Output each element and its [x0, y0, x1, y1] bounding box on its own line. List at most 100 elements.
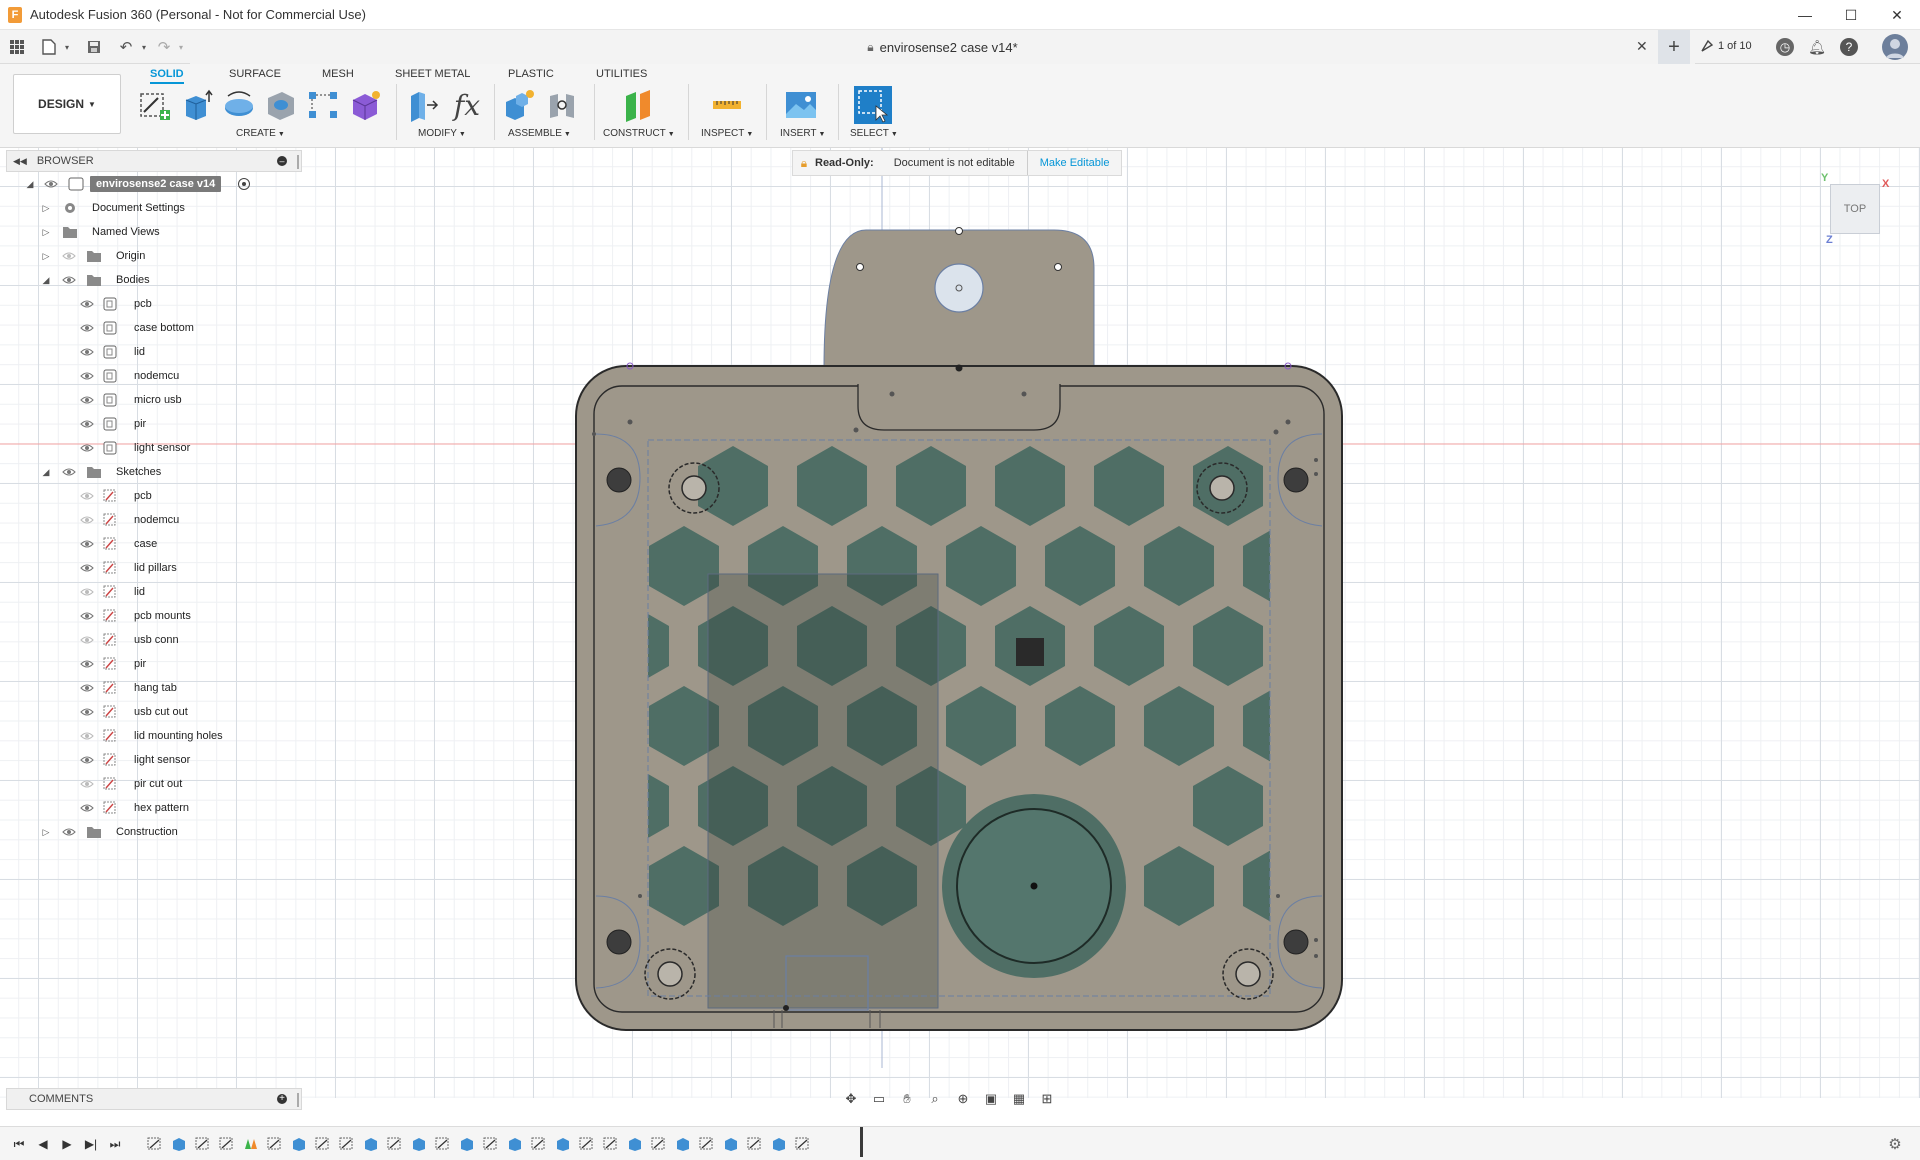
- tab-sheet-metal[interactable]: SHEET METAL: [395, 68, 470, 82]
- timeline-extrude-icon[interactable]: [288, 1135, 310, 1153]
- timeline-sketch-icon[interactable]: [264, 1135, 286, 1153]
- visibility-eye-icon[interactable]: [80, 707, 94, 717]
- select-icon[interactable]: [854, 86, 892, 124]
- add-comment-icon[interactable]: +: [277, 1094, 287, 1104]
- timeline-extrude-icon[interactable]: [672, 1135, 694, 1153]
- tree-body-item[interactable]: lid: [6, 340, 302, 364]
- timeline-sketch-icon[interactable]: [528, 1135, 550, 1153]
- make-editable-link[interactable]: Make Editable: [1028, 157, 1122, 169]
- tree-body-item[interactable]: case bottom: [6, 316, 302, 340]
- visibility-eye-icon[interactable]: [80, 659, 94, 669]
- insert-menu[interactable]: INSERT ▼: [780, 128, 825, 139]
- zoom-icon[interactable]: ⌕: [922, 1088, 948, 1110]
- file-icon[interactable]: [40, 38, 58, 56]
- visibility-eye-icon[interactable]: [80, 803, 94, 813]
- visibility-eye-icon[interactable]: [62, 827, 76, 837]
- visibility-eye-icon[interactable]: [80, 731, 94, 741]
- file-menu-caret-icon[interactable]: ▾: [58, 38, 76, 56]
- timeline-extrude-icon[interactable]: [360, 1135, 382, 1153]
- browser-header[interactable]: ◀◀ BROWSER –: [6, 150, 302, 172]
- visibility-eye-icon[interactable]: [80, 323, 94, 333]
- grid-settings-icon[interactable]: ▦: [1006, 1088, 1032, 1110]
- inspect-menu[interactable]: INSPECT ▼: [701, 128, 753, 139]
- display-settings-icon[interactable]: ▣: [978, 1088, 1004, 1110]
- previous-step-icon[interactable]: ◀: [34, 1136, 52, 1152]
- tab-surface[interactable]: SURFACE: [229, 68, 281, 82]
- joint-icon[interactable]: [546, 88, 580, 122]
- visibility-eye-icon[interactable]: [80, 419, 94, 429]
- activate-radio-icon[interactable]: [238, 178, 250, 190]
- view-cube[interactable]: TOP: [1830, 184, 1880, 234]
- create-sketch-icon[interactable]: [138, 88, 172, 122]
- tree-bodies[interactable]: ◢ Bodies: [6, 268, 302, 292]
- redo-icon[interactable]: ↷: [155, 38, 173, 56]
- new-component-icon[interactable]: [502, 88, 536, 122]
- tree-sketch-item[interactable]: pir cut out: [6, 772, 302, 796]
- tree-construction[interactable]: ▷ Construction: [6, 820, 302, 844]
- timeline-sketch-icon[interactable]: [216, 1135, 238, 1153]
- tree-sketch-item[interactable]: light sensor: [6, 748, 302, 772]
- visibility-eye-icon[interactable]: [80, 587, 94, 597]
- expand-open-icon[interactable]: ◢: [40, 274, 52, 286]
- expand-closed-icon[interactable]: ▷: [40, 226, 52, 238]
- timeline-sketch-icon[interactable]: [576, 1135, 598, 1153]
- tree-sketch-item[interactable]: usb cut out: [6, 700, 302, 724]
- timeline-sketch-icon[interactable]: [648, 1135, 670, 1153]
- workspace-switcher[interactable]: DESIGN ▼: [13, 74, 121, 134]
- visibility-eye-icon[interactable]: [62, 467, 76, 477]
- comments-panel[interactable]: COMMENTS +: [6, 1088, 302, 1110]
- collapse-panel-icon[interactable]: ◀◀: [13, 156, 27, 167]
- timeline-extrude-icon[interactable]: [720, 1135, 742, 1153]
- tree-sketch-item[interactable]: hang tab: [6, 676, 302, 700]
- tree-sketch-item[interactable]: pcb mounts: [6, 604, 302, 628]
- tab-solid[interactable]: SOLID: [150, 68, 184, 84]
- expand-open-icon[interactable]: ◢: [40, 466, 52, 478]
- resize-handle[interactable]: [297, 1093, 299, 1107]
- tree-body-item[interactable]: micro usb: [6, 388, 302, 412]
- tree-sketches[interactable]: ◢ Sketches: [6, 460, 302, 484]
- tree-sketch-item[interactable]: usb conn: [6, 628, 302, 652]
- timeline-sketch-icon[interactable]: [336, 1135, 358, 1153]
- expand-closed-icon[interactable]: ▷: [40, 826, 52, 838]
- save-icon[interactable]: [85, 38, 103, 56]
- timeline-sketch-icon[interactable]: [792, 1135, 814, 1153]
- viewports-icon[interactable]: ⊞: [1034, 1088, 1060, 1110]
- tree-sketch-item[interactable]: nodemcu: [6, 508, 302, 532]
- tree-body-item[interactable]: nodemcu: [6, 364, 302, 388]
- modify-menu[interactable]: MODIFY ▼: [418, 128, 466, 139]
- help-icon[interactable]: ?: [1840, 38, 1858, 56]
- tree-sketch-item[interactable]: lid pillars: [6, 556, 302, 580]
- avatar[interactable]: [1882, 34, 1908, 60]
- visibility-eye-icon[interactable]: [80, 491, 94, 501]
- tab-utilities[interactable]: UTILITIES: [596, 68, 647, 82]
- bell-icon[interactable]: 🔔︎: [1808, 38, 1826, 56]
- visibility-eye-icon[interactable]: [80, 395, 94, 405]
- visibility-eye-icon[interactable]: [80, 563, 94, 573]
- visibility-eye-icon[interactable]: [80, 299, 94, 309]
- tab-mesh[interactable]: MESH: [322, 68, 354, 82]
- tree-named-views[interactable]: ▷ Named Views: [6, 220, 302, 244]
- hole-icon[interactable]: [264, 88, 298, 122]
- visibility-eye-icon[interactable]: [80, 539, 94, 549]
- press-pull-icon[interactable]: [405, 88, 439, 122]
- visibility-eye-icon[interactable]: [80, 635, 94, 645]
- timeline-extrude-icon[interactable]: [168, 1135, 190, 1153]
- timeline-marker[interactable]: [860, 1127, 863, 1157]
- select-menu[interactable]: SELECT ▼: [850, 128, 898, 139]
- tree-body-item[interactable]: light sensor: [6, 436, 302, 460]
- first-step-icon[interactable]: ⏮: [10, 1136, 28, 1152]
- tree-origin[interactable]: ▷ Origin: [6, 244, 302, 268]
- parameters-fx-icon[interactable]: fx: [450, 88, 484, 122]
- minimize-button[interactable]: —: [1782, 0, 1828, 30]
- timeline-extrude-icon[interactable]: [408, 1135, 430, 1153]
- insert-image-icon[interactable]: [784, 88, 818, 122]
- pin-icon[interactable]: –: [277, 156, 287, 166]
- timeline-sketch-icon[interactable]: [744, 1135, 766, 1153]
- visibility-eye-icon[interactable]: [80, 347, 94, 357]
- tree-document-settings[interactable]: ▷ Document Settings: [6, 196, 302, 220]
- timeline-sketch-icon[interactable]: [696, 1135, 718, 1153]
- visibility-eye-icon[interactable]: [80, 443, 94, 453]
- new-tab-button[interactable]: +: [1658, 30, 1690, 64]
- tree-root[interactable]: ◢ envirosense2 case v14: [6, 172, 302, 196]
- visibility-eye-icon[interactable]: [80, 755, 94, 765]
